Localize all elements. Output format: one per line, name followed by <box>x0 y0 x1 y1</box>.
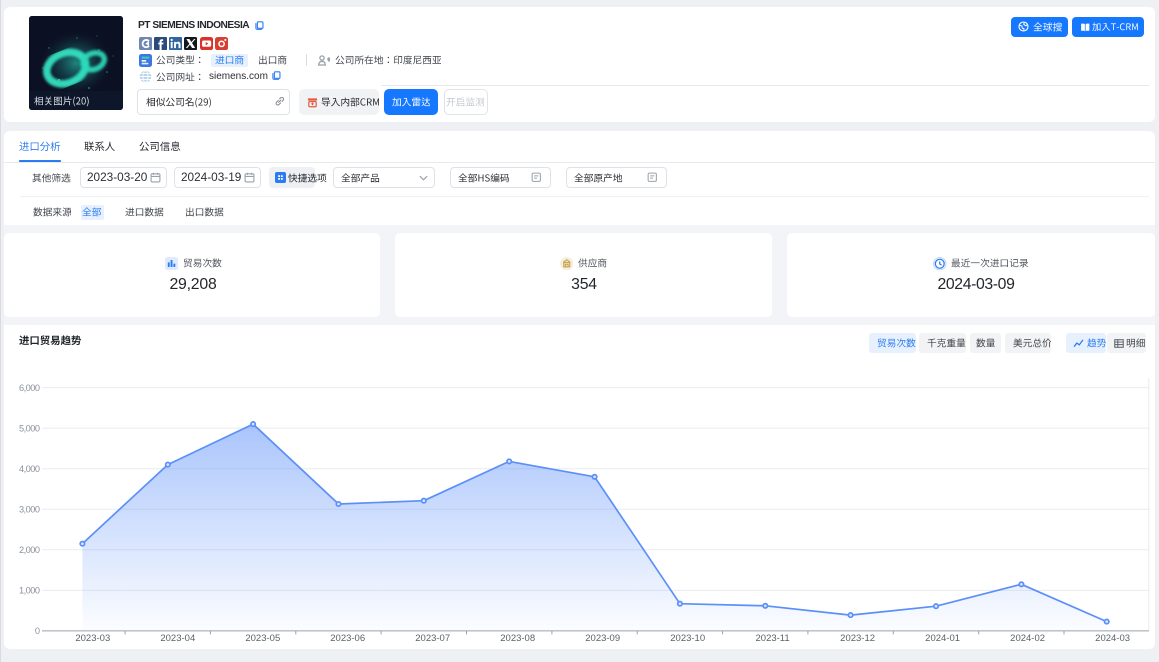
svg-text:6,000: 6,000 <box>19 383 40 393</box>
svg-text:2023-05: 2023-05 <box>245 633 280 644</box>
svg-text:2024-01: 2024-01 <box>925 633 960 644</box>
svg-text:2023-09: 2023-09 <box>585 633 620 644</box>
svg-text:2,000: 2,000 <box>19 545 40 555</box>
svg-text:2023-04: 2023-04 <box>160 633 195 644</box>
svg-text:2023-06: 2023-06 <box>330 633 365 644</box>
svg-text:2023-08: 2023-08 <box>500 633 535 644</box>
svg-text:4,000: 4,000 <box>19 464 40 474</box>
svg-text:2023-10: 2023-10 <box>670 633 705 644</box>
svg-text:2023-03: 2023-03 <box>75 633 110 644</box>
svg-text:1,000: 1,000 <box>19 586 40 596</box>
svg-text:2024-03: 2024-03 <box>1095 633 1130 644</box>
svg-text:0: 0 <box>35 626 40 636</box>
svg-text:2023-11: 2023-11 <box>756 633 790 644</box>
svg-text:2024-02: 2024-02 <box>1010 633 1045 644</box>
svg-text:3,000: 3,000 <box>19 505 40 515</box>
svg-text:2023-07: 2023-07 <box>415 633 450 644</box>
svg-text:5,000: 5,000 <box>19 423 40 433</box>
svg-text:2023-12: 2023-12 <box>840 633 875 644</box>
